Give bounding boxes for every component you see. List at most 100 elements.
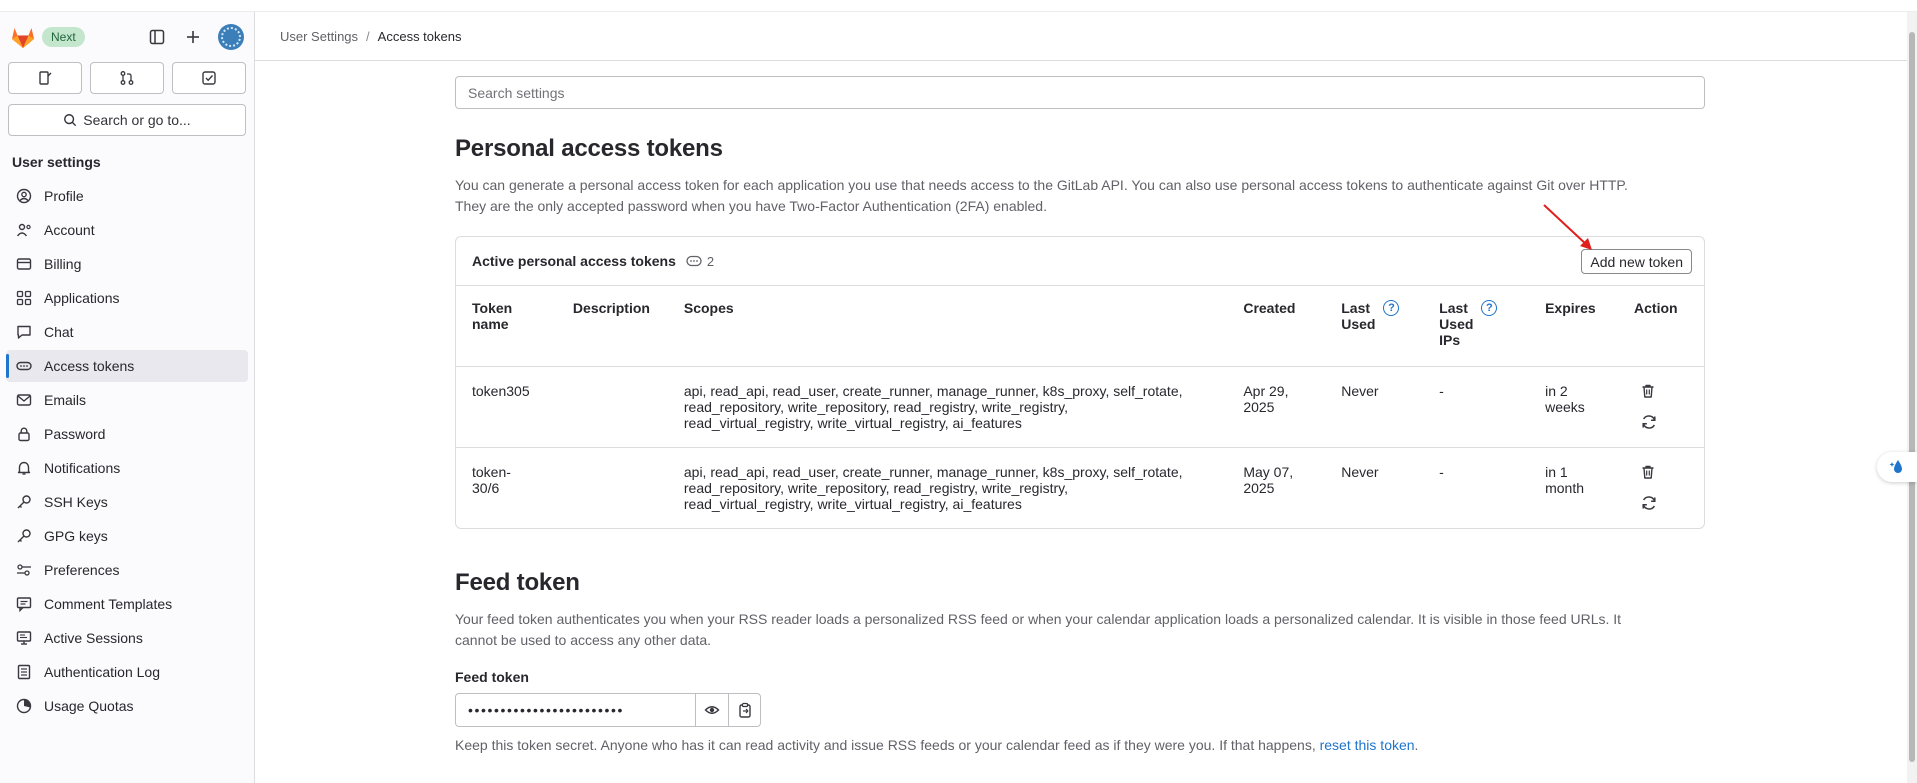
sidebar-item-applications[interactable]: Applications (6, 282, 248, 314)
tokens-table: Token name Description Scopes Created Las… (456, 286, 1704, 528)
feed-token-title: Feed token (455, 569, 580, 596)
issues-tab-button[interactable] (8, 62, 82, 94)
applications-icon (16, 290, 32, 306)
key-icon (16, 494, 32, 510)
preferences-icon (16, 562, 32, 578)
chat-icon (16, 324, 32, 340)
profile-icon (16, 188, 32, 204)
sidebar-item-label: Applications (44, 290, 120, 306)
token-expires: in 1 month (1545, 463, 1584, 496)
reset-token-link[interactable]: reset this token (1320, 737, 1415, 753)
page-scrollbar[interactable] (1907, 12, 1917, 783)
sidebar-item-label: GPG keys (44, 528, 108, 544)
search-settings-input[interactable]: Search settings (455, 76, 1705, 109)
token-count: 2 (686, 254, 714, 269)
sidebar-item-label: Emails (44, 392, 87, 408)
sidebar-item-label: Active Sessions (44, 630, 143, 646)
sidebar-item-gpg-keys[interactable]: GPG keys (6, 520, 248, 552)
merge-request-icon (120, 71, 134, 85)
sidebar-toggle-icon[interactable] (146, 26, 168, 48)
reveal-token-button[interactable] (696, 694, 728, 726)
todos-tab-button[interactable] (172, 62, 246, 94)
gitlab-logo-icon[interactable] (10, 24, 36, 50)
col-description: Description (572, 300, 650, 316)
feed-token-note: Keep this token secret. Anyone who has i… (455, 737, 1419, 753)
bell-icon (16, 460, 32, 476)
top-edge (0, 0, 1917, 12)
active-tokens-card: Active personal access tokens 2 Add new … (455, 236, 1705, 529)
token-created: May 07, 2025 (1243, 463, 1294, 496)
pat-description-line-1: You can generate a personal access token… (455, 177, 1628, 193)
pat-description-line-2: They are the only accepted password when… (455, 198, 1047, 214)
sidebar-item-chat[interactable]: Chat (6, 316, 248, 348)
col-last-used-ips: Last Used IPs? (1423, 286, 1529, 366)
col-scopes: Scopes (683, 300, 734, 316)
breadcrumb-separator: / (366, 28, 370, 44)
feed-token-input[interactable]: •••••••••••••••••••••••• (456, 694, 696, 726)
account-icon (16, 222, 32, 238)
quota-icon (16, 698, 32, 714)
sidebar-item-label: Notifications (44, 460, 121, 476)
sidebar-item-preferences[interactable]: Preferences (6, 554, 248, 586)
sidebar-item-password[interactable]: Password (6, 418, 248, 450)
last-used-help-icon[interactable]: ? (1383, 300, 1400, 316)
sidebar-item-profile[interactable]: Profile (6, 180, 248, 212)
sidebar-item-active-sessions[interactable]: Active Sessions (6, 622, 248, 654)
sidebar-item-access-tokens[interactable]: Access tokens (6, 350, 248, 382)
sparkle-drop-icon (1889, 460, 1902, 473)
feed-description: Your feed token authenticates you when y… (455, 609, 1705, 651)
mail-icon (16, 392, 32, 408)
plus-icon[interactable] (182, 26, 204, 48)
last-used-ips-help-icon[interactable]: ? (1481, 300, 1498, 316)
token-icon (16, 358, 32, 374)
token-last-used-ips: - (1439, 463, 1444, 480)
sidebar-item-label: Authentication Log (44, 664, 160, 680)
sidebar-item-authentication-log[interactable]: Authentication Log (6, 656, 248, 688)
col-action: Action (1634, 300, 1678, 316)
token-actions (1618, 366, 1704, 447)
feed-token-label: Feed token (455, 669, 529, 685)
comment-icon (16, 596, 32, 612)
sidebar-nav: Profile Account Billing Applications Chat Acc… (0, 180, 254, 722)
user-avatar[interactable] (218, 24, 244, 50)
sidebar-item-label: Access tokens (44, 358, 135, 374)
add-new-token-button[interactable]: Add new token (1581, 249, 1692, 274)
search-or-go-to-button[interactable]: Search or go to... (8, 104, 246, 136)
search-or-go-to-label: Search or go to... (83, 112, 191, 128)
sidebar-item-ssh-keys[interactable]: SSH Keys (6, 486, 248, 518)
sidebar-item-label: Comment Templates (44, 596, 173, 612)
sidebar-item-notifications[interactable]: Notifications (6, 452, 248, 484)
rotate-token-icon[interactable] (1640, 494, 1658, 512)
scrollbar-thumb[interactable] (1909, 32, 1915, 762)
next-badge[interactable]: Next (42, 27, 85, 47)
rotate-token-icon[interactable] (1640, 413, 1658, 431)
pat-description: You can generate a personal access token… (455, 175, 1705, 217)
sidebar-item-label: SSH Keys (44, 494, 108, 510)
revoke-token-trash-icon[interactable] (1640, 464, 1658, 482)
revoke-token-trash-icon[interactable] (1640, 383, 1658, 401)
lock-icon (16, 426, 32, 442)
sidebar-section-title: User settings (12, 154, 101, 170)
breadcrumb-access-tokens[interactable]: Access tokens (378, 29, 462, 44)
feed-token-field-group: •••••••••••••••••••••••• (455, 693, 761, 727)
sidebar-item-account[interactable]: Account (6, 214, 248, 246)
sidebar-item-billing[interactable]: Billing (6, 248, 248, 280)
token-actions (1618, 447, 1704, 528)
search-icon (64, 114, 77, 127)
sidebar-item-comment-templates[interactable]: Comment Templates (6, 588, 248, 620)
copy-clipboard-icon (738, 702, 751, 718)
active-tokens-card-header: Active personal access tokens 2 Add new … (456, 237, 1704, 286)
sidebar-item-emails[interactable]: Emails (6, 384, 248, 416)
todo-icon (202, 71, 216, 85)
col-created: Created (1243, 300, 1296, 316)
merge-requests-tab-button[interactable] (90, 62, 164, 94)
pat-title: Personal access tokens (455, 135, 723, 162)
token-scopes: api, read_api, read_user, create_runner,… (683, 382, 1183, 431)
sidebar-item-usage-quotas[interactable]: Usage Quotas (6, 690, 248, 722)
breadcrumb: User Settings / Access tokens (255, 12, 1910, 61)
token-description (557, 447, 668, 528)
token-description (557, 366, 668, 447)
copy-token-button[interactable] (728, 694, 760, 726)
breadcrumb-user-settings[interactable]: User Settings (280, 29, 358, 44)
floating-helper-button[interactable] (1877, 452, 1917, 482)
